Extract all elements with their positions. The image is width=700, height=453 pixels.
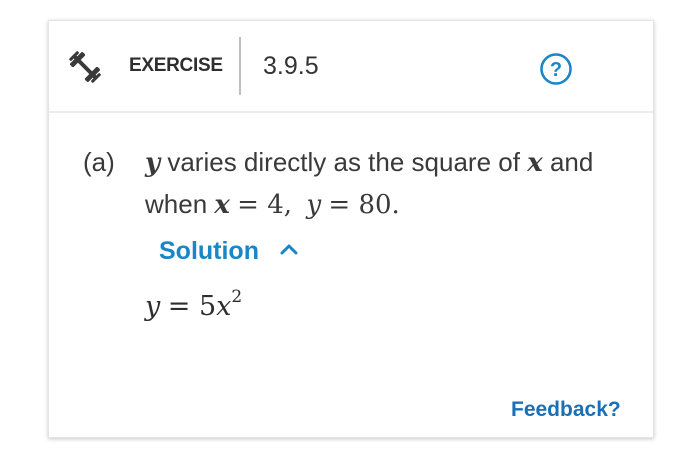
part-label: (a) (83, 147, 115, 177)
help-symbol: ? (550, 59, 562, 81)
question-text-when: when (145, 189, 208, 219)
answer-exponent: 2 (231, 287, 243, 307)
exercise-number: 3.9.5 (263, 52, 319, 80)
question-circle-icon[interactable]: ? (539, 52, 573, 86)
solution-toggle[interactable]: Solution (159, 237, 298, 266)
solution-label: Solution (159, 237, 259, 265)
header-divider (239, 37, 241, 95)
cond-var-y: y (306, 190, 322, 220)
answer-var-x: x (216, 291, 232, 322)
answer-eq: = 5 (167, 291, 217, 322)
question-line-1: y varies directly as the square of x and (145, 147, 593, 178)
exercise-header: EXERCISE 3.9.5 ? (49, 21, 653, 113)
chevron-up-icon (280, 244, 298, 255)
math-var-y: y (145, 148, 161, 178)
feedback-link[interactable]: Feedback? (511, 398, 621, 422)
answer-var-y: y (145, 291, 161, 322)
dumbbell-icon (69, 51, 101, 83)
cond-var-x: x (214, 190, 230, 220)
math-var-x: x (527, 148, 543, 178)
solution-answer: y = 5x2 (145, 287, 242, 322)
exercise-card: EXERCISE 3.9.5 ? (a) y varies directly a… (48, 20, 654, 438)
question-line-2: when x = 4, y = 80. (145, 189, 400, 220)
exercise-label: EXERCISE (129, 55, 223, 76)
question-text-1: varies directly as the square of (167, 147, 520, 177)
cond-eq-2: = 80. (328, 190, 400, 220)
cond-eq-1: = 4, (237, 190, 292, 220)
question-text-2: and (549, 147, 594, 177)
